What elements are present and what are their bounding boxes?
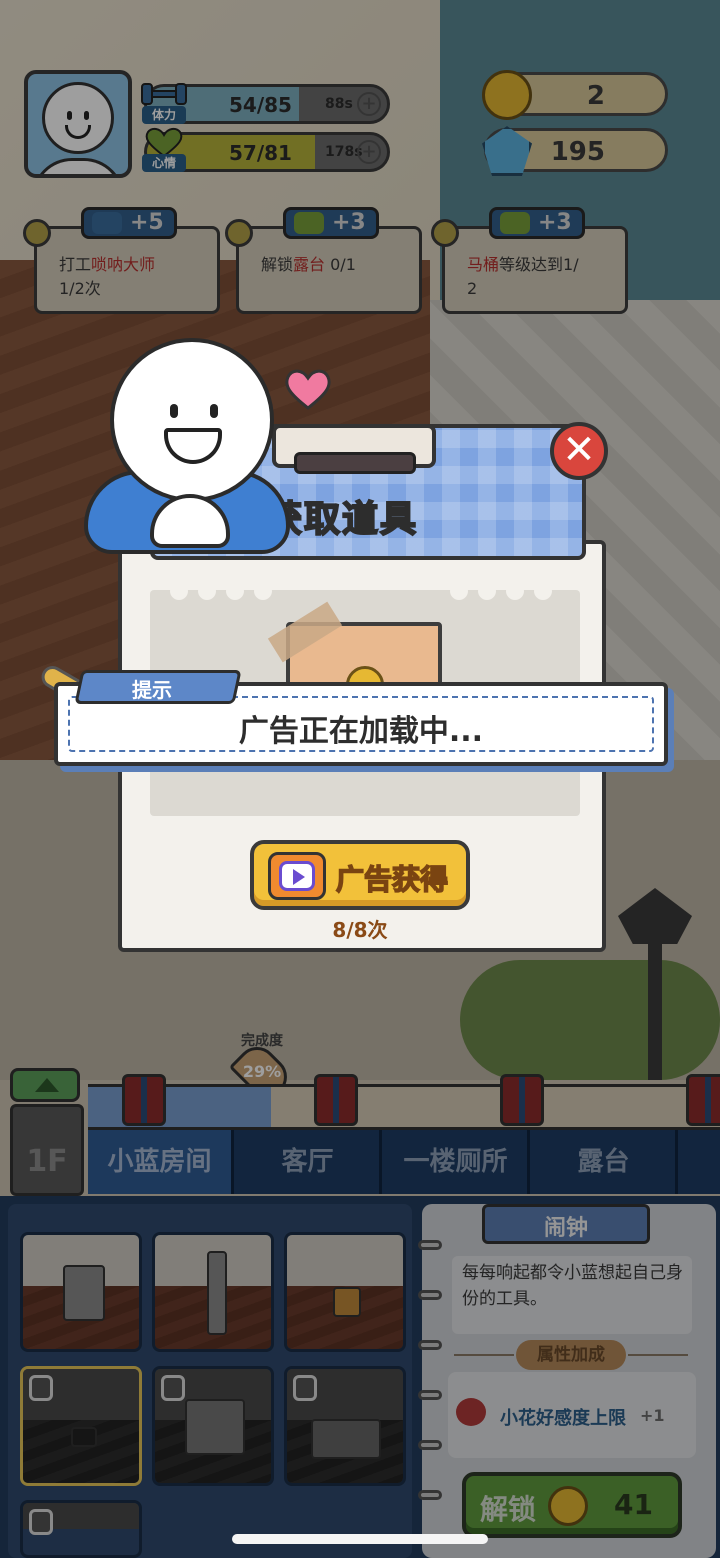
scallop — [254, 582, 272, 600]
mascot-mouth — [164, 428, 222, 464]
scallop — [478, 582, 496, 600]
watch-ad-button[interactable]: 广告获得 — [250, 840, 470, 910]
play-icon — [293, 869, 305, 885]
scallop — [226, 582, 244, 600]
mascot-eye-left — [170, 404, 178, 418]
scallop — [170, 582, 188, 600]
tip-message: 广告正在加载中... — [238, 714, 484, 749]
tip-label: 提示 — [132, 678, 172, 702]
tape — [267, 601, 343, 663]
ad-remaining-count: 8/8次 — [332, 918, 388, 942]
tv-play-icon — [268, 852, 326, 900]
heart-icon — [285, 369, 331, 410]
scallop — [450, 582, 468, 600]
home-indicator[interactable] — [232, 1534, 488, 1544]
close-icon[interactable]: ✕ — [550, 422, 608, 480]
watch-ad-label: 广告获得 — [335, 862, 449, 897]
clipboard-clip-bar — [294, 452, 416, 474]
mascot-eye-right — [210, 404, 218, 418]
scallop — [534, 582, 552, 600]
scallop — [506, 582, 524, 600]
mascot-head — [110, 338, 274, 502]
scallop — [198, 582, 216, 600]
